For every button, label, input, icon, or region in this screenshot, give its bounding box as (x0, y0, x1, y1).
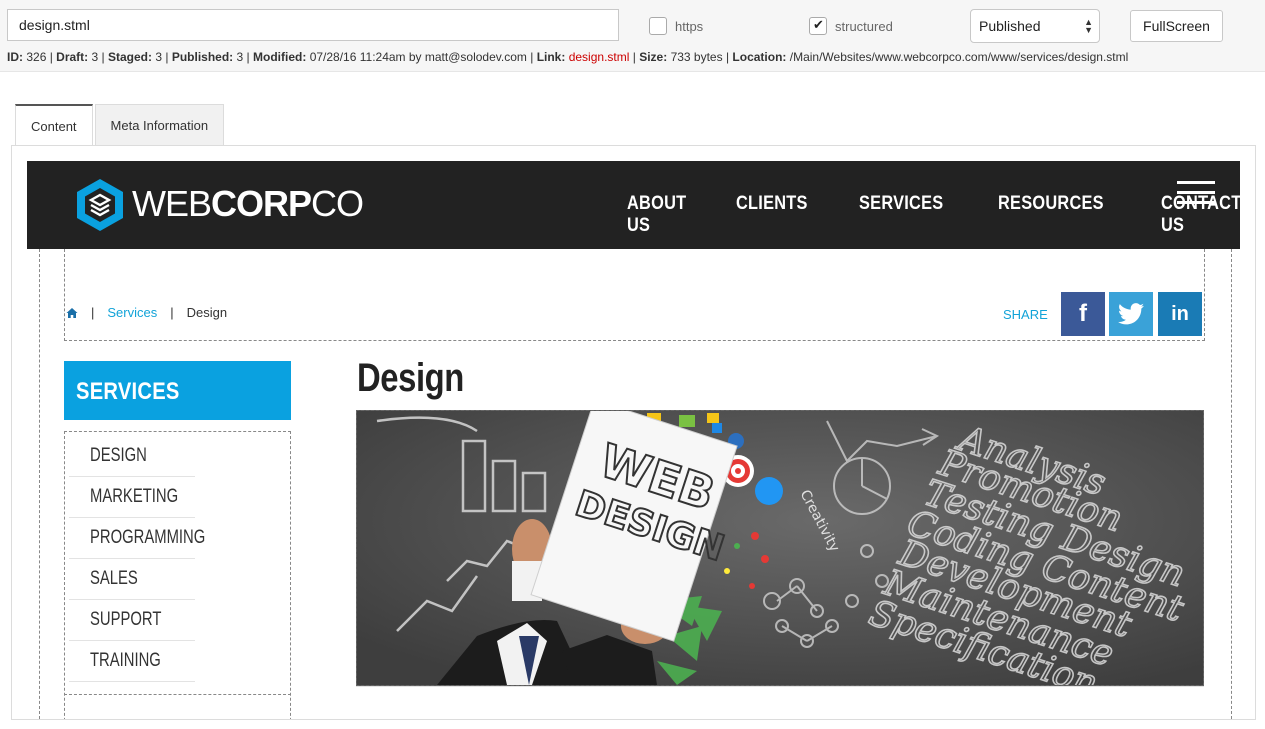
breadcrumb-current: Design (186, 305, 228, 320)
nav-resources[interactable]: RESOURCES (998, 193, 1104, 237)
sidebar-item-programming[interactable]: PROGRAMMING (69, 518, 205, 559)
webcorpco-wordmark[interactable]: WEBCORPCO (132, 183, 364, 225)
nav-about-us[interactable]: ABOUT US (627, 193, 686, 237)
facebook-share-button[interactable]: f (1061, 292, 1105, 336)
hero-image[interactable]: Analysis Promotion Testing Design Coding… (356, 410, 1204, 686)
layout-guide-left (39, 249, 40, 719)
meta-draft-label: Draft: (56, 50, 89, 64)
sidebar-divider (64, 694, 291, 695)
structured-checkbox-box[interactable]: ✔ (809, 17, 827, 35)
document-meta-line: ID: 326 | Draft: 3 | Staged: 3 | Publish… (7, 50, 1129, 64)
content-preview-frame: WEBCORPCO ABOUT US CLIENTS SERVICES RESO… (11, 145, 1256, 720)
sidebar-item-label: DESIGN (90, 445, 147, 466)
meta-published-label: Published: (171, 50, 234, 64)
sidebar-item-marketing[interactable]: MARKETING (69, 477, 195, 518)
structured-label: structured (835, 18, 893, 34)
meta-staged-label: Staged: (108, 50, 153, 64)
page-title: Design (357, 356, 487, 401)
sidebar-item-training[interactable]: TRAINING (69, 641, 195, 682)
checkmark-icon: ✔ (813, 17, 824, 32)
meta-id: 326 (26, 50, 47, 64)
hamburger-icon[interactable] (1177, 181, 1215, 207)
breadcrumb: | Services | Design (66, 305, 227, 320)
publish-status-value: Published (979, 18, 1041, 34)
twitter-bird-icon (1118, 303, 1144, 325)
meta-published: 3 (236, 50, 244, 64)
page-title-text: Design (357, 356, 464, 400)
tab-meta-information[interactable]: Meta Information (94, 104, 225, 146)
nav-clients[interactable]: CLIENTS (736, 193, 808, 237)
site-header: WEBCORPCO ABOUT US CLIENTS SERVICES RESO… (27, 161, 1241, 249)
https-checkbox-box[interactable] (649, 17, 667, 35)
sidebar-item-sales[interactable]: SALES (69, 559, 195, 600)
share-label: SHARE (1003, 307, 1048, 322)
sidebar-item-label: SALES (90, 568, 138, 589)
facebook-icon: f (1079, 300, 1087, 327)
main-nav: ABOUT US CLIENTS SERVICES RESOURCES CONT… (627, 193, 1254, 237)
meta-link[interactable]: design.stml (569, 50, 630, 64)
logo-text-web: WEB (132, 183, 212, 224)
web-design-hero-illustration: Analysis Promotion Testing Design Coding… (357, 411, 1203, 685)
sidebar-item-label: SUPPORT (90, 609, 162, 630)
sidebar-menu: DESIGN MARKETING PROGRAMMING SALES SUPPO… (69, 436, 205, 682)
sidebar-heading-text: SERVICES (76, 378, 180, 405)
editor-tabs: Content Meta Information (15, 104, 226, 147)
meta-size: 733 bytes (670, 50, 723, 64)
https-checkbox[interactable]: https (649, 17, 703, 35)
filename-input[interactable] (7, 9, 619, 41)
linkedin-icon: in (1171, 302, 1189, 325)
breadcrumb-region (64, 249, 1205, 341)
select-arrows-icon: ▲ ▼ (1084, 17, 1093, 35)
https-label: https (675, 18, 704, 34)
meta-id-label: ID: (7, 50, 23, 64)
breadcrumb-services-link[interactable]: Services (107, 305, 157, 320)
fullscreen-button[interactable]: FullScreen (1130, 10, 1223, 42)
tab-content[interactable]: Content (15, 104, 93, 147)
editor-toolbar: https ✔ structured Published ▲▼ FullScre… (0, 0, 1265, 72)
sidebar-item-label: PROGRAMMING (90, 527, 206, 548)
logo-text-corp: CORP (211, 183, 312, 224)
sidebar-item-label: TRAINING (90, 650, 161, 671)
logo-text-co: CO (311, 183, 364, 224)
meta-modified: 07/28/16 11:24am by matt@solodev.com (309, 50, 527, 64)
home-icon[interactable] (66, 307, 78, 319)
structured-checkbox[interactable]: ✔ structured (809, 17, 893, 35)
breadcrumb-separator: | (91, 305, 95, 320)
meta-staged: 3 (155, 50, 163, 64)
meta-link-label: Link: (536, 50, 566, 64)
layout-guide-right (1231, 249, 1232, 719)
meta-size-label: Size: (639, 50, 668, 64)
sidebar-item-design[interactable]: DESIGN (69, 436, 195, 477)
meta-draft: 3 (91, 50, 99, 64)
publish-status-select[interactable]: Published ▲ ▼ (970, 9, 1100, 43)
webcorpco-logo-icon[interactable] (74, 177, 126, 233)
nav-services[interactable]: SERVICES (859, 193, 943, 237)
meta-location: /Main/Websites/www.webcorpco.com/www/ser… (789, 50, 1129, 64)
twitter-share-button[interactable] (1109, 292, 1153, 336)
breadcrumb-separator: | (170, 305, 174, 320)
sidebar-item-label: MARKETING (90, 486, 179, 507)
meta-modified-label: Modified: (253, 50, 307, 64)
sidebar-item-support[interactable]: SUPPORT (69, 600, 195, 641)
meta-location-label: Location: (732, 50, 787, 64)
linkedin-share-button[interactable]: in (1158, 292, 1202, 336)
content-divider (356, 686, 1204, 687)
sidebar-heading: SERVICES (64, 361, 291, 420)
